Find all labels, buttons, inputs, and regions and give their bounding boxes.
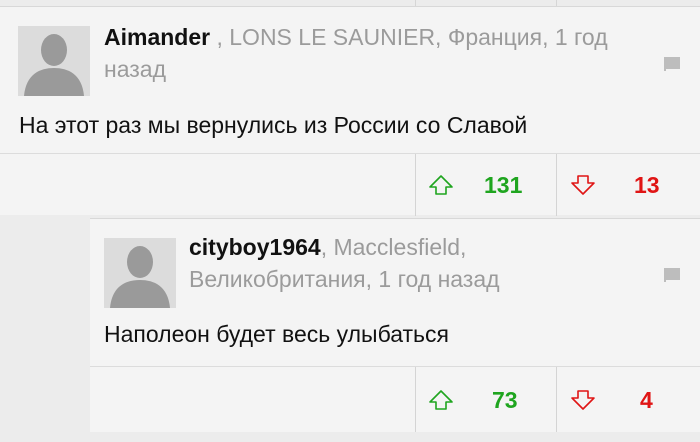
comment-meta: , Macclesfield,	[320, 234, 467, 260]
comment-text: Наполеон будет весь улыбаться	[104, 321, 449, 347]
upvote-button[interactable]: 73	[428, 367, 518, 433]
arrow-down-icon	[571, 390, 595, 410]
upvote-count: 73	[492, 386, 518, 413]
downvote-button[interactable]: 4	[570, 367, 653, 433]
comment-reply: cityboy1964, Macclesfield, Великобритани…	[90, 218, 700, 433]
comment-meta-time: назад	[104, 56, 166, 82]
comment-meta: , LONS LE SAUNIER, Франция, 1 год	[210, 24, 608, 50]
downvote-count: 13	[634, 171, 660, 198]
comment-header: cityboy1964, Macclesfield, Великобритани…	[189, 233, 669, 297]
comment-meta-time: Великобритания, 1 год назад	[189, 266, 500, 292]
comment: Aimander , LONS LE SAUNIER, Франция, 1 г…	[0, 6, 700, 216]
flag-icon[interactable]	[664, 268, 680, 282]
comment-header: Aimander , LONS LE SAUNIER, Франция, 1 г…	[104, 23, 644, 87]
avatar-placeholder-icon[interactable]	[104, 238, 176, 308]
arrow-down-icon	[571, 175, 595, 195]
author-name[interactable]: cityboy1964	[189, 234, 321, 260]
downvote-button[interactable]: 13	[570, 154, 660, 216]
avatar-placeholder-icon[interactable]	[18, 26, 90, 96]
divider	[415, 154, 416, 216]
divider	[556, 154, 557, 216]
comment-actions: 73 4	[90, 366, 700, 433]
arrow-up-icon	[429, 390, 453, 410]
author-name[interactable]: Aimander	[104, 24, 210, 50]
upvote-count: 131	[484, 171, 523, 198]
divider	[415, 367, 416, 433]
upvote-button[interactable]: 131	[428, 154, 522, 216]
arrow-up-icon	[429, 175, 453, 195]
comment-text: На этот раз мы вернулись из России со Сл…	[19, 112, 528, 138]
list-footer	[0, 432, 700, 442]
downvote-count: 4	[640, 386, 653, 413]
divider	[556, 367, 557, 433]
comment-actions: 131 13	[0, 153, 700, 216]
flag-icon[interactable]	[664, 57, 680, 71]
